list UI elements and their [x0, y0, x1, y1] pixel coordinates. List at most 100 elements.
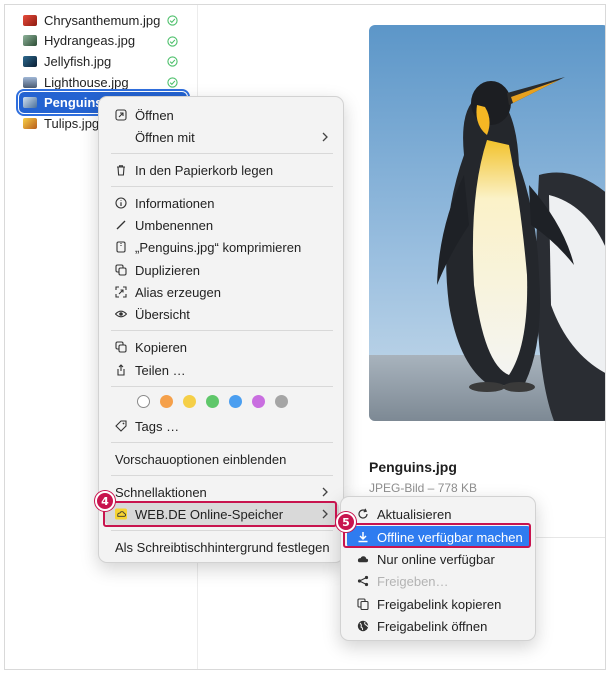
tag-icon: [115, 420, 127, 432]
tag-purple-dot[interactable]: [252, 395, 265, 408]
menu-item-open[interactable]: Öffnen: [105, 104, 339, 126]
menu-item-label: Aktualisieren: [377, 506, 452, 522]
synced-check-icon: [167, 77, 178, 88]
context-menu: Öffnen Öffnen mit In den Papierkorb lege…: [98, 96, 344, 563]
menu-separator: [111, 153, 333, 154]
file-row-chrysanthemum[interactable]: Chrysanthemum.jpg: [19, 10, 189, 31]
image-thumbnail-icon: [23, 117, 37, 129]
chevron-right-icon: [322, 132, 328, 142]
tag-yellow-dot[interactable]: [183, 395, 196, 408]
file-name: Jellyfish.jpg: [44, 53, 112, 69]
image-thumbnail-icon: [23, 55, 37, 67]
file-name: Lighthouse.jpg: [44, 74, 129, 90]
tag-green-dot[interactable]: [206, 395, 219, 408]
menu-item-label: In den Papierkorb legen: [135, 162, 274, 178]
step-badge-4: 4: [95, 491, 115, 511]
menu-item-label: Informationen: [135, 195, 215, 211]
file-name: Chrysanthemum.jpg: [44, 12, 161, 28]
menu-item-label: Öffnen mit: [135, 129, 195, 145]
tag-orange-dot[interactable]: [160, 395, 173, 408]
chevron-right-icon: [322, 487, 328, 497]
menu-item-tags[interactable]: Tags …: [105, 415, 339, 437]
menu-item-label: Öffnen: [135, 107, 174, 123]
menu-item-label: Schnellaktionen: [115, 484, 207, 500]
pencil-icon: [115, 219, 127, 231]
image-thumbnail-icon: [23, 97, 37, 109]
callout-highlight-webde: [103, 501, 337, 527]
menu-separator: [111, 330, 333, 331]
image-thumbnail-icon: [23, 14, 37, 26]
image-preview: [369, 25, 605, 421]
menu-item-alias[interactable]: Alias erzeugen: [105, 281, 339, 303]
menu-separator: [111, 186, 333, 187]
alias-icon: [115, 286, 127, 298]
preview-file-meta: JPEG-Bild – 778 KB: [369, 481, 478, 495]
synced-check-icon: [167, 56, 178, 67]
menu-item-trash[interactable]: In den Papierkorb legen: [105, 159, 339, 181]
step-badge-5: 5: [336, 512, 356, 532]
menu-item-label: Umbenennen: [135, 217, 214, 233]
file-row-jellyfish[interactable]: Jellyfish.jpg: [19, 51, 189, 72]
image-thumbnail-icon: [23, 35, 37, 47]
tag-blue-dot[interactable]: [229, 395, 242, 408]
archive-icon: [115, 241, 127, 253]
menu-item-quick-actions[interactable]: Schnellaktionen: [105, 481, 339, 503]
penguins-image: [369, 25, 605, 421]
share-icon: [115, 364, 127, 376]
image-thumbnail-icon: [23, 76, 37, 88]
menu-item-label: Teilen …: [135, 362, 186, 378]
menu-item-label: „Penguins.jpg“ komprimieren: [135, 239, 302, 255]
submenu-item-refresh[interactable]: Aktualisieren: [347, 503, 531, 525]
file-name: Tulips.jpg: [44, 115, 100, 131]
submenu-item-open-link[interactable]: Freigabelink öffnen: [347, 615, 531, 637]
tag-color-picker: [137, 395, 288, 408]
menu-item-label: Freigeben…: [377, 573, 449, 589]
duplicate-icon: [115, 264, 127, 276]
trash-icon: [115, 164, 127, 176]
menu-item-label: Übersicht: [135, 306, 190, 322]
menu-item-rename[interactable]: Umbenennen: [105, 214, 339, 236]
tag-none-dot[interactable]: [137, 395, 150, 408]
menu-item-copy[interactable]: Kopieren: [105, 336, 339, 358]
file-name: Hydrangeas.jpg: [44, 33, 136, 49]
synced-check-icon: [167, 35, 178, 47]
file-row-hydrangeas[interactable]: Hydrangeas.jpg: [19, 31, 189, 52]
menu-item-duplicate[interactable]: Duplizieren: [105, 259, 339, 281]
copy-icon: [115, 341, 127, 353]
cloud-icon: [357, 553, 369, 565]
menu-item-desktop-background[interactable]: Als Schreibtischhintergrund festlegen: [105, 536, 339, 558]
menu-separator: [111, 475, 333, 476]
callout-highlight-offline: [343, 523, 531, 548]
eye-icon: [115, 308, 127, 320]
menu-item-info[interactable]: Informationen: [105, 192, 339, 214]
globe-icon: [357, 620, 369, 632]
menu-separator: [111, 530, 333, 531]
menu-separator: [111, 386, 333, 387]
menu-item-preview-options[interactable]: Vorschauoptionen einblenden: [105, 448, 339, 470]
file-row-lighthouse[interactable]: Lighthouse.jpg: [19, 72, 189, 93]
submenu-item-copy-link[interactable]: Freigabelink kopieren: [347, 593, 531, 615]
info-icon: [115, 197, 127, 209]
preview-file-name: Penguins.jpg: [369, 459, 457, 475]
menu-item-label: Als Schreibtischhintergrund festlegen: [115, 539, 330, 555]
menu-item-open-with[interactable]: Öffnen mit: [105, 126, 339, 148]
menu-item-label: Duplizieren: [135, 262, 201, 278]
share-nodes-icon: [357, 575, 369, 587]
menu-item-overview[interactable]: Übersicht: [105, 303, 339, 325]
menu-separator: [111, 442, 333, 443]
webde-submenu: Aktualisieren Offline verfügbar machen N…: [340, 496, 536, 641]
refresh-icon: [357, 508, 369, 520]
submenu-item-online-only[interactable]: Nur online verfügbar: [347, 548, 531, 570]
tag-gray-dot[interactable]: [275, 395, 288, 408]
menu-item-label: Freigabelink öffnen: [377, 618, 488, 634]
copy-link-icon: [357, 598, 369, 610]
menu-item-share[interactable]: Teilen …: [105, 359, 339, 381]
menu-item-label: Alias erzeugen: [135, 284, 221, 300]
menu-item-compress[interactable]: „Penguins.jpg“ komprimieren: [105, 236, 339, 258]
synced-check-icon: [167, 15, 178, 26]
menu-item-label: Vorschauoptionen einblenden: [115, 451, 287, 467]
submenu-item-share-disabled: Freigeben…: [347, 570, 531, 592]
menu-item-label: Freigabelink kopieren: [377, 596, 502, 612]
menu-item-label: Tags …: [135, 418, 180, 434]
menu-item-label: Kopieren: [135, 339, 188, 355]
